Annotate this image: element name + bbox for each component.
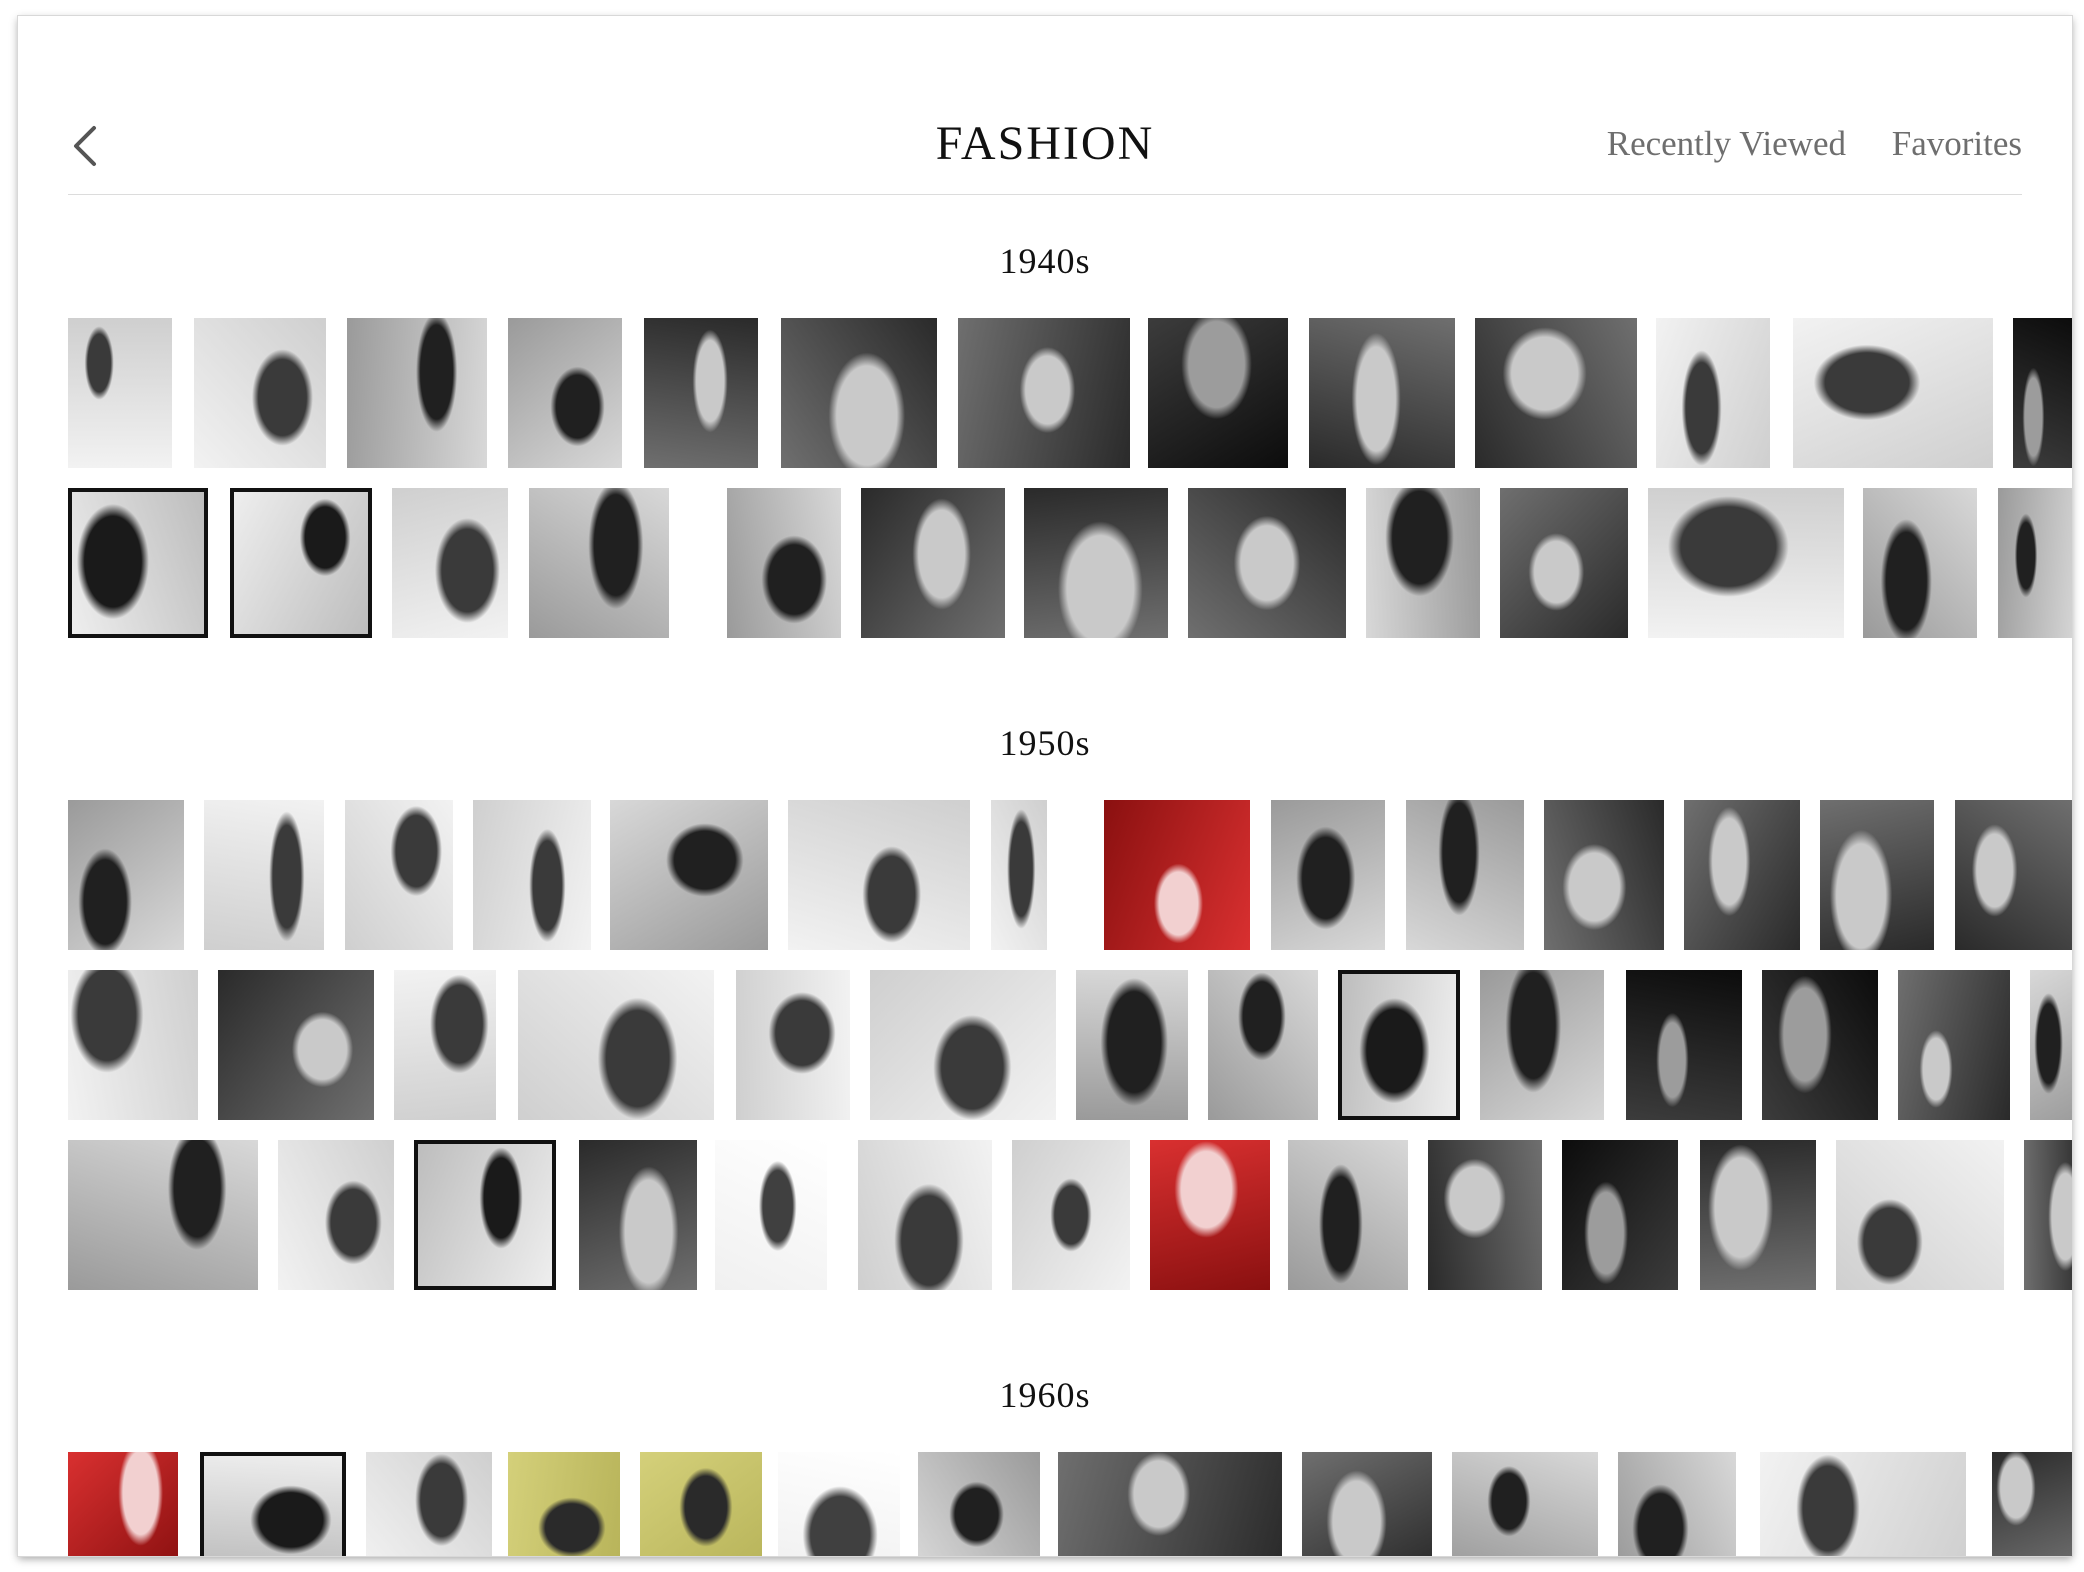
photo-thumbnail-1950s-r5-6[interactable] bbox=[858, 1140, 992, 1290]
photo-thumbnail-1950s-r5-12[interactable] bbox=[1700, 1140, 1816, 1290]
photo-thumbnail-1950s-r4-10[interactable] bbox=[1480, 970, 1604, 1120]
photo-thumbnail-1950s-r4-3[interactable] bbox=[394, 970, 496, 1120]
photo-thumbnail-1950s-r5-14[interactable] bbox=[2024, 1140, 2072, 1290]
fashion-gallery-window: FASHION Recently Viewed Favorites 1940s … bbox=[18, 16, 2072, 1556]
photo-thumbnail-1940s-r2-5[interactable] bbox=[727, 488, 841, 638]
photo-thumbnail-1960s-r6-10[interactable] bbox=[1452, 1452, 1598, 1556]
photo-thumbnail-1950s-r5-1[interactable] bbox=[68, 1140, 258, 1290]
photo-thumbnail-1960s-r6-8[interactable] bbox=[1058, 1452, 1282, 1556]
photo-thumbnail-1950s-r4-13[interactable] bbox=[1898, 970, 2010, 1120]
photo-thumbnail-1950s-r5-3[interactable] bbox=[414, 1140, 556, 1290]
recently-viewed-link[interactable]: Recently Viewed bbox=[1607, 124, 1846, 164]
photo-thumbnail-1960s-r6-13[interactable] bbox=[1992, 1452, 2072, 1556]
photo-thumbnail-1940s-r2-2[interactable] bbox=[230, 488, 372, 638]
section-heading-1960s: 1960s bbox=[999, 1375, 1091, 1415]
photo-thumbnail-1950s-r3-9[interactable] bbox=[1271, 800, 1385, 950]
photo-thumbnail-1950s-r5-4[interactable] bbox=[579, 1140, 697, 1290]
photo-thumbnail-1950s-r3-11[interactable] bbox=[1544, 800, 1664, 950]
photo-thumbnail-1950s-r5-10[interactable] bbox=[1428, 1140, 1542, 1290]
photo-thumbnail-1950s-r4-6[interactable] bbox=[870, 970, 1056, 1120]
photo-thumbnail-1950s-r4-8[interactable] bbox=[1208, 970, 1318, 1120]
photo-thumbnail-1940s-r2-7[interactable] bbox=[1024, 488, 1168, 638]
photo-thumbnail-1940s-r2-8[interactable] bbox=[1188, 488, 1346, 638]
photo-thumbnail-1940s-r1-7[interactable] bbox=[958, 318, 1130, 468]
photo-thumbnail-1940s-r1-5[interactable] bbox=[644, 318, 758, 468]
photo-thumbnail-1950s-r4-7[interactable] bbox=[1076, 970, 1188, 1120]
photo-thumbnail-1950s-r5-7[interactable] bbox=[1012, 1140, 1130, 1290]
photo-thumbnail-1950s-r3-14[interactable] bbox=[1955, 800, 2072, 950]
section-heading-1940s: 1940s bbox=[999, 241, 1091, 281]
photo-thumbnail-1940s-r1-10[interactable] bbox=[1475, 318, 1637, 468]
photo-thumbnail-1940s-r1-11[interactable] bbox=[1656, 318, 1770, 468]
photo-thumbnail-1950s-r3-6[interactable] bbox=[788, 800, 970, 950]
photo-thumbnail-1940s-r1-8[interactable] bbox=[1148, 318, 1288, 468]
photo-thumbnail-1950s-r5-9[interactable] bbox=[1288, 1140, 1408, 1290]
photo-thumbnail-1950s-r4-9[interactable] bbox=[1338, 970, 1460, 1120]
photo-thumbnail-1960s-r6-11[interactable] bbox=[1618, 1452, 1736, 1556]
photo-thumbnail-1950s-r5-13[interactable] bbox=[1836, 1140, 2004, 1290]
photo-thumbnail-1950s-r3-12[interactable] bbox=[1684, 800, 1800, 950]
photo-thumbnail-1940s-r1-2[interactable] bbox=[194, 318, 326, 468]
photo-thumbnail-1950s-r4-1[interactable] bbox=[68, 970, 198, 1120]
photo-thumbnail-1950s-r4-4[interactable] bbox=[518, 970, 714, 1120]
photo-thumbnail-1950s-r3-4[interactable] bbox=[473, 800, 591, 950]
photo-thumbnail-1960s-r6-2[interactable] bbox=[200, 1452, 346, 1556]
photo-thumbnail-1960s-r6-12[interactable] bbox=[1760, 1452, 1966, 1556]
photo-thumbnail-1940s-r1-13[interactable] bbox=[2013, 318, 2072, 468]
photo-thumbnail-1940s-r2-12[interactable] bbox=[1863, 488, 1977, 638]
header: FASHION Recently Viewed Favorites bbox=[18, 16, 2072, 196]
photo-thumbnail-1950s-r5-8[interactable] bbox=[1150, 1140, 1270, 1290]
photo-thumbnail-1940s-r2-4[interactable] bbox=[529, 488, 669, 638]
photo-thumbnail-1950s-r4-2[interactable] bbox=[218, 970, 374, 1120]
photo-thumbnail-1940s-r2-11[interactable] bbox=[1648, 488, 1844, 638]
photo-thumbnail-1940s-r2-9[interactable] bbox=[1366, 488, 1480, 638]
photo-thumbnail-1960s-r6-4[interactable] bbox=[508, 1452, 620, 1556]
photo-thumbnail-1950s-r3-7[interactable] bbox=[991, 800, 1047, 950]
photo-thumbnail-1940s-r1-4[interactable] bbox=[508, 318, 622, 468]
photo-thumbnail-1950s-r3-3[interactable] bbox=[345, 800, 453, 950]
photo-thumbnail-1950s-r4-11[interactable] bbox=[1626, 970, 1742, 1120]
photo-thumbnail-1950s-r3-1[interactable] bbox=[68, 800, 184, 950]
photo-thumbnail-1950s-r3-2[interactable] bbox=[204, 800, 324, 950]
photo-thumbnail-1960s-r6-1[interactable] bbox=[68, 1452, 178, 1556]
photo-thumbnail-1960s-r6-5[interactable] bbox=[640, 1452, 762, 1556]
photo-thumbnail-1940s-r2-13[interactable] bbox=[1998, 488, 2072, 638]
photo-thumbnail-1940s-r2-6[interactable] bbox=[861, 488, 1005, 638]
photo-thumbnail-1950s-r3-13[interactable] bbox=[1820, 800, 1934, 950]
photo-thumbnail-1940s-r2-3[interactable] bbox=[392, 488, 508, 638]
photo-thumbnail-1960s-r6-6[interactable] bbox=[778, 1452, 900, 1556]
photo-thumbnail-1950s-r4-5[interactable] bbox=[736, 970, 850, 1120]
section-heading-1950s: 1950s bbox=[999, 723, 1091, 763]
photo-thumbnail-1940s-r2-10[interactable] bbox=[1500, 488, 1628, 638]
photo-thumbnail-1940s-r1-1[interactable] bbox=[68, 318, 172, 468]
photo-thumbnail-1950s-r5-2[interactable] bbox=[278, 1140, 394, 1290]
photo-thumbnail-1940s-r1-6[interactable] bbox=[781, 318, 937, 468]
photo-thumbnail-1950s-r5-11[interactable] bbox=[1562, 1140, 1678, 1290]
photo-thumbnail-1940s-r1-12[interactable] bbox=[1793, 318, 1993, 468]
photo-thumbnail-1940s-r1-9[interactable] bbox=[1309, 318, 1455, 468]
photo-thumbnail-1950s-r4-12[interactable] bbox=[1762, 970, 1878, 1120]
photo-thumbnail-1950s-r4-14[interactable] bbox=[2030, 970, 2072, 1120]
photo-thumbnail-1950s-r3-8[interactable] bbox=[1104, 800, 1250, 950]
photo-thumbnail-1950s-r5-5[interactable] bbox=[715, 1140, 827, 1290]
photo-thumbnail-1950s-r3-10[interactable] bbox=[1406, 800, 1524, 950]
photo-thumbnail-1960s-r6-7[interactable] bbox=[918, 1452, 1040, 1556]
photo-thumbnail-1940s-r2-1[interactable] bbox=[68, 488, 208, 638]
header-divider bbox=[68, 194, 2022, 195]
photo-thumbnail-1940s-r1-3[interactable] bbox=[347, 318, 487, 468]
photo-thumbnail-1960s-r6-9[interactable] bbox=[1302, 1452, 1432, 1556]
photo-thumbnail-1960s-r6-3[interactable] bbox=[366, 1452, 492, 1556]
photo-thumbnail-1950s-r3-5[interactable] bbox=[610, 800, 768, 950]
favorites-link[interactable]: Favorites bbox=[1892, 124, 2022, 164]
